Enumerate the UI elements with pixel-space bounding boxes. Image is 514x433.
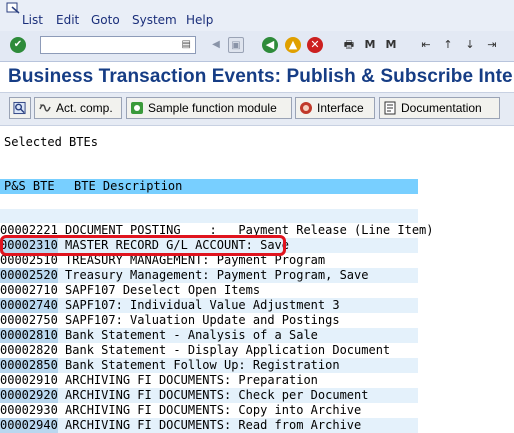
table-row[interactable]: 00002930 ARCHIVING FI DOCUMENTS: Copy in… <box>0 403 418 418</box>
row-code[interactable]: 00002310 <box>0 238 58 253</box>
row-description: Bank Statement - Display Application Doc… <box>65 343 391 357</box>
table-row[interactable]: 00002810 Bank Statement - Analysis of a … <box>0 328 418 343</box>
row-code[interactable]: 00002710 <box>0 283 58 298</box>
window-menu-icon[interactable] <box>6 2 20 14</box>
row-description: Bank Statement - Analysis of a Sale <box>65 328 318 342</box>
row-description: ARCHIVING FI DOCUMENTS: Preparation <box>65 373 318 387</box>
row-description: Treasury Management: Payment Program, Sa… <box>65 268 369 282</box>
list-spacer <box>0 209 418 223</box>
sample-function-module-label: Sample function module <box>148 101 277 115</box>
find-next-icon[interactable]: M <box>383 37 399 53</box>
table-row[interactable]: 00002850 Bank Statement Follow Up: Regis… <box>0 358 418 373</box>
row-description: SAPF107 Deselect Open Items <box>65 283 261 297</box>
menu-system[interactable]: System <box>132 13 177 27</box>
table-row[interactable]: 00002221 DOCUMENT POSTING : Payment Rele… <box>0 223 434 238</box>
enter-icon[interactable]: ✔ <box>10 37 26 53</box>
row-code[interactable]: 00002810 <box>0 328 58 343</box>
exit-icon[interactable]: ▲ <box>285 37 301 53</box>
row-code[interactable]: 00002740 <box>0 298 58 313</box>
menu-list[interactable]: List <box>22 13 43 27</box>
list-header: P&S BTE BTE Description <box>0 179 418 194</box>
table-row[interactable]: 00002910 ARCHIVING FI DOCUMENTS: Prepara… <box>0 373 418 388</box>
row-description: ARCHIVING FI DOCUMENTS: Copy into Archiv… <box>65 403 362 417</box>
documentation-label: Documentation <box>401 101 482 115</box>
last-page-icon[interactable]: ⇥ <box>484 37 500 53</box>
table-row[interactable]: 00002820 Bank Statement - Display Applic… <box>0 343 418 358</box>
row-description: ARCHIVING FI DOCUMENTS: Check per Docume… <box>65 388 369 402</box>
row-code[interactable]: 00002750 <box>0 313 58 328</box>
row-code[interactable]: 00002510 <box>0 253 58 268</box>
first-page-icon[interactable]: ⇤ <box>418 37 434 53</box>
row-code[interactable]: 00002910 <box>0 373 58 388</box>
row-code[interactable]: 00002820 <box>0 343 58 358</box>
header-pns-bte: P&S BTE <box>4 179 55 193</box>
print-icon[interactable]: 🖶 <box>341 37 357 53</box>
row-description: SAPF107: Valuation Update and Postings <box>65 313 340 327</box>
row-code[interactable]: 00002221 <box>0 223 58 238</box>
info-icon <box>13 101 26 115</box>
row-code[interactable]: 00002520 <box>0 268 58 283</box>
header-bte-description: BTE Description <box>74 179 183 193</box>
interface-button[interactable]: Interface <box>295 97 375 119</box>
find-icon[interactable]: M <box>362 37 378 53</box>
row-description: SAPF107: Individual Value Adjustment 3 <box>65 298 340 312</box>
menu-goto[interactable]: Goto <box>91 13 120 27</box>
previous-page-icon[interactable]: ↑ <box>440 37 456 53</box>
command-history-icon[interactable]: ▤ <box>182 39 191 50</box>
page-title: Business Transaction Events: Publish & S… <box>8 66 513 87</box>
back-icon[interactable]: ◀ <box>262 37 278 53</box>
row-description: MASTER RECORD G/L ACCOUNT: Save <box>65 238 289 252</box>
interface-label: Interface <box>317 101 364 115</box>
sample-function-module-button[interactable]: Sample function module <box>126 97 292 119</box>
command-input[interactable] <box>43 41 177 57</box>
row-code[interactable]: 00002920 <box>0 388 58 403</box>
activate-components-button[interactable]: Act. comp. <box>34 97 122 119</box>
row-description: ARCHIVING FI DOCUMENTS: Read from Archiv… <box>65 418 362 432</box>
table-row[interactable]: 00002710 SAPF107 Deselect Open Items <box>0 283 418 298</box>
command-field[interactable]: ▤ <box>40 36 196 57</box>
activate-components-label: Act. comp. <box>56 101 113 115</box>
documentation-button[interactable]: Documentation <box>379 97 500 119</box>
cancel-icon[interactable]: ✕ <box>307 37 323 53</box>
function-module-icon <box>131 102 143 114</box>
interface-icon <box>300 102 312 114</box>
activate-icon <box>39 104 51 112</box>
row-description: TREASURY MANAGEMENT: Payment Program <box>65 253 326 267</box>
row-code[interactable]: 00002930 <box>0 403 58 418</box>
documentation-icon <box>384 101 396 115</box>
table-row[interactable]: 00002520 Treasury Management: Payment Pr… <box>0 268 418 283</box>
next-page-icon[interactable]: ↓ <box>462 37 478 53</box>
save-icon[interactable]: ▣ <box>228 37 244 53</box>
menu-help[interactable]: Help <box>186 13 213 27</box>
table-row[interactable]: 00002310 MASTER RECORD G/L ACCOUNT: Save <box>0 238 418 253</box>
row-code[interactable]: 00002850 <box>0 358 58 373</box>
section-label: Selected BTEs <box>4 135 98 149</box>
info-button[interactable] <box>9 97 31 119</box>
table-row[interactable]: 00002740 SAPF107: Individual Value Adjus… <box>0 298 418 313</box>
table-row[interactable]: 00002750 SAPF107: Valuation Update and P… <box>0 313 418 328</box>
table-row[interactable]: 00002510 TREASURY MANAGEMENT: Payment Pr… <box>0 253 418 268</box>
nav-left-icon[interactable]: ◀ <box>208 37 224 53</box>
table-row[interactable]: 00002920 ARCHIVING FI DOCUMENTS: Check p… <box>0 388 418 403</box>
menu-edit[interactable]: Edit <box>56 13 79 27</box>
row-description: Bank Statement Follow Up: Registration <box>65 358 340 372</box>
row-description: DOCUMENT POSTING : Payment Release (Line… <box>65 223 434 237</box>
